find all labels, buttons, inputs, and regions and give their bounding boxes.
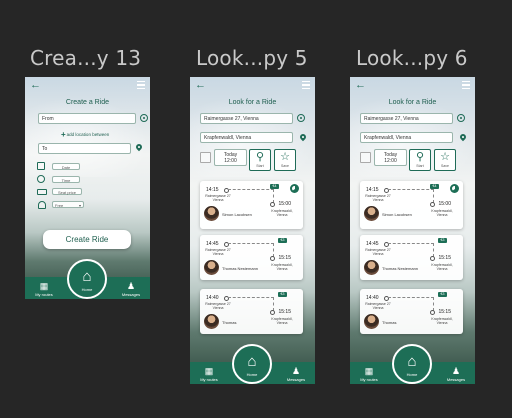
price-badge: €3 xyxy=(278,292,287,297)
map-icon: ▦ xyxy=(364,366,374,376)
free-select[interactable]: Free ▾ xyxy=(52,201,84,208)
map-icon: ▦ xyxy=(39,281,49,291)
price-badge: €3 xyxy=(278,238,287,243)
people-icon: ♟ xyxy=(291,366,301,376)
top-bar: ← xyxy=(25,77,150,93)
to-input[interactable]: Krapfenwaldl, Vienna xyxy=(200,132,293,143)
back-arrow-icon[interactable]: ← xyxy=(355,79,366,91)
phone-look-for-ride-6: ← Look for a Ride Raimergasse 27, Vienna… xyxy=(350,77,475,384)
back-arrow-icon[interactable]: ← xyxy=(30,79,41,91)
nav-home[interactable]: ⌂ Home xyxy=(67,259,107,299)
person-icon xyxy=(38,201,46,209)
nav-messages[interactable]: ♟ Messages xyxy=(281,366,311,382)
back-arrow-icon[interactable]: ← xyxy=(195,79,206,91)
menu-icon[interactable] xyxy=(462,81,470,89)
avatar xyxy=(364,206,379,221)
add-location-link[interactable]: +add location between xyxy=(61,130,109,139)
page-title: Create a Ride xyxy=(65,99,110,106)
create-ride-button[interactable]: Create Ride xyxy=(43,230,131,249)
from-input[interactable]: From xyxy=(38,113,136,124)
page-title: Look for a Ride xyxy=(388,99,437,106)
locate-icon[interactable] xyxy=(297,114,305,122)
nav-messages[interactable]: ♟ Messages xyxy=(441,366,471,382)
frame-title-look-5: Look...py 5 xyxy=(196,46,308,70)
globe-icon xyxy=(290,184,299,193)
price-badge: €3 xyxy=(438,292,447,297)
avatar xyxy=(204,206,219,221)
frame-title-look-6: Look...py 6 xyxy=(356,46,468,70)
ride-card[interactable]: 14:40 15:15 Raimergasse 27 Vienna Krapfe… xyxy=(200,289,303,334)
time-field[interactable]: Time xyxy=(52,176,80,183)
save-button[interactable]: ☆ Save xyxy=(434,149,456,171)
ride-card[interactable]: 14:40 15:15 Raimergasse 27 Vienna Krapfe… xyxy=(360,289,463,334)
calendar-icon xyxy=(37,162,45,170)
menu-icon[interactable] xyxy=(137,81,145,89)
price-badge: €3 xyxy=(438,238,447,243)
phone-look-for-ride-5: ← Look for a Ride Raimergasse 27, Vienna… xyxy=(190,77,315,384)
search-button[interactable]: ⚲ Start xyxy=(409,149,431,171)
map-icon: ▦ xyxy=(204,366,214,376)
avatar xyxy=(204,260,219,275)
nav-my-routes[interactable]: ▦ My routes xyxy=(29,281,59,297)
save-button[interactable]: ☆ Save xyxy=(274,149,296,171)
calendar-icon xyxy=(200,152,211,163)
ride-card[interactable]: 14:15 15:00 Raimergasse 27 Vienna Krapfe… xyxy=(200,181,303,229)
avatar xyxy=(204,314,219,329)
ride-card[interactable]: 14:45 15:15 Raimergasse 27 Vienna Krapfe… xyxy=(200,235,303,280)
star-icon: ☆ xyxy=(440,151,450,163)
nav-my-routes[interactable]: ▦ My routes xyxy=(194,366,224,382)
people-icon: ♟ xyxy=(451,366,461,376)
plus-icon: + xyxy=(61,130,66,139)
home-icon: ⌂ xyxy=(407,353,417,370)
from-input[interactable]: Raimergasse 27, Vienna xyxy=(200,113,293,124)
to-input[interactable]: Krapfenwaldl, Vienna xyxy=(360,132,453,143)
date-field[interactable]: Date xyxy=(52,163,80,170)
home-icon: ⌂ xyxy=(247,353,257,370)
money-icon xyxy=(37,189,47,195)
clock-icon xyxy=(37,175,45,183)
menu-icon[interactable] xyxy=(302,81,310,89)
star-icon: ☆ xyxy=(280,151,290,163)
search-icon: ⚲ xyxy=(415,151,425,163)
nav-home[interactable]: ⌂ Home xyxy=(392,344,432,384)
date-time-box[interactable]: Today 12:00 xyxy=(374,149,407,166)
avatar xyxy=(364,314,379,329)
people-icon: ♟ xyxy=(126,281,136,291)
home-icon: ⌂ xyxy=(82,268,92,285)
seat-price-field[interactable]: Seat price xyxy=(52,188,82,195)
price-badge: €4 xyxy=(430,184,439,189)
nav-messages[interactable]: ♟ Messages xyxy=(116,281,146,297)
phone-create-ride: ← Create a Ride From +add location betwe… xyxy=(25,77,150,299)
nav-home[interactable]: ⌂ Home xyxy=(232,344,272,384)
calendar-icon xyxy=(360,152,371,163)
frame-title-create: Crea...y 13 xyxy=(30,46,142,70)
date-time-box[interactable]: Today 12:00 xyxy=(214,149,247,166)
globe-icon xyxy=(450,184,459,193)
search-icon: ⚲ xyxy=(255,151,265,163)
to-input[interactable]: To xyxy=(38,143,131,154)
page-title: Look for a Ride xyxy=(228,99,277,106)
from-input[interactable]: Raimergasse 27, Vienna xyxy=(360,113,453,124)
chevron-down-icon: ▾ xyxy=(78,203,81,208)
nav-my-routes[interactable]: ▦ My routes xyxy=(354,366,384,382)
locate-icon[interactable] xyxy=(140,114,148,122)
locate-icon[interactable] xyxy=(457,114,465,122)
avatar xyxy=(364,260,379,275)
search-button[interactable]: ⚲ Start xyxy=(249,149,271,171)
price-badge: €4 xyxy=(270,184,279,189)
ride-card[interactable]: 14:15 15:00 Raimergasse 27 Vienna Krapfe… xyxy=(360,181,463,229)
ride-card[interactable]: 14:45 15:15 Raimergasse 27 Vienna Krapfe… xyxy=(360,235,463,280)
